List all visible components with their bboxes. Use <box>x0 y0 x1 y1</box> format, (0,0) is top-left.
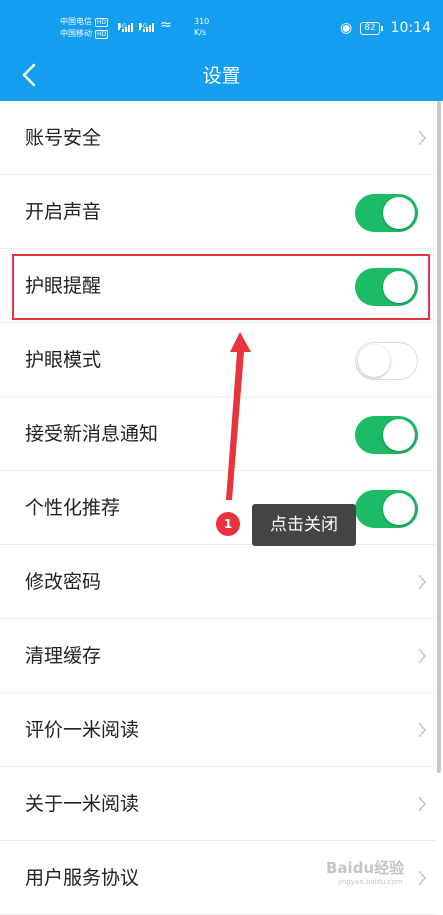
settings-row[interactable]: 关于一米阅读 <box>0 767 436 841</box>
cell-signal-icon: 4G <box>139 23 154 32</box>
settings-row-label: 护眼模式 <box>25 349 102 371</box>
chevron-right-icon <box>418 130 427 146</box>
settings-row-label: 评价一米阅读 <box>25 719 140 741</box>
toggle-knob <box>383 493 415 525</box>
status-time: 10:14 <box>390 20 431 36</box>
settings-row-label: 修改密码 <box>25 571 102 593</box>
toggle-switch[interactable] <box>355 416 418 454</box>
toggle-knob <box>358 344 390 377</box>
wifi-icon: ≈ <box>160 17 172 33</box>
chevron-right-icon <box>418 574 427 590</box>
toggle-switch[interactable] <box>355 342 418 380</box>
settings-row[interactable]: 修改密码 <box>0 545 436 619</box>
settings-row-label: 开启声音 <box>25 201 102 223</box>
chevron-right-icon <box>418 870 427 886</box>
scrollbar[interactable] <box>437 101 441 773</box>
signal-icons: 4G 4G ≈ <box>118 18 172 32</box>
status-right: ◉ 82 10:14 <box>340 20 431 36</box>
battery-icon: 82 <box>360 21 383 35</box>
status-bar: 中国电信 HD 中国移动 HD 4G 4G ≈ 310 K/s ◉ 82 10:14 <box>0 0 443 50</box>
app-header: 中国电信 HD 中国移动 HD 4G 4G ≈ 310 K/s ◉ 82 10:14 <box>0 0 443 101</box>
step-badge: 1 <box>216 512 240 536</box>
network-speed: 310 K/s <box>194 16 209 38</box>
settings-row-label: 接受新消息通知 <box>25 423 159 445</box>
speed-unit: K/s <box>194 28 207 37</box>
settings-row-label: 账号安全 <box>25 127 102 149</box>
eye-icon: ◉ <box>339 20 353 36</box>
settings-row-label: 清理缓存 <box>25 645 102 667</box>
network-type: 4G <box>118 23 127 30</box>
settings-row[interactable]: 账号安全 <box>0 101 436 175</box>
settings-row[interactable]: 护眼模式 <box>0 323 436 397</box>
carrier-info: 中国电信 HD 中国移动 HD <box>60 16 109 40</box>
toggle-switch[interactable] <box>355 490 418 528</box>
tooltip: 点击关闭 <box>252 504 356 546</box>
carrier-2: 中国移动 <box>60 29 92 38</box>
watermark-logo: Baidu经验 <box>326 859 405 877</box>
chevron-right-icon <box>418 796 427 812</box>
toggle-knob <box>383 419 415 451</box>
hd-badge: HD <box>95 17 109 27</box>
settings-row[interactable]: 评价一米阅读 <box>0 693 436 767</box>
highlight-box <box>12 254 430 320</box>
settings-row[interactable]: 个性化推荐 <box>0 471 436 545</box>
cell-signal-icon: 4G <box>118 23 133 32</box>
battery-level: 82 <box>360 21 380 35</box>
toggle-knob <box>383 197 415 229</box>
hd-badge: HD <box>95 29 109 39</box>
toggle-switch[interactable] <box>355 194 418 232</box>
settings-row[interactable]: 开启声音 <box>0 175 436 249</box>
chevron-right-icon <box>418 722 427 738</box>
settings-row[interactable]: 清理缓存 <box>0 619 436 693</box>
speed-value: 310 <box>194 17 210 26</box>
settings-row[interactable]: 接受新消息通知 <box>0 397 436 471</box>
settings-row-label: 个性化推荐 <box>25 497 121 519</box>
network-type: 4G <box>139 23 148 30</box>
chevron-right-icon <box>418 648 427 664</box>
page-title: 设置 <box>202 65 241 87</box>
watermark-url: jingyan.baidu.com <box>338 878 403 886</box>
settings-row-label: 关于一米阅读 <box>25 793 140 815</box>
carrier-1: 中国电信 <box>60 17 92 26</box>
